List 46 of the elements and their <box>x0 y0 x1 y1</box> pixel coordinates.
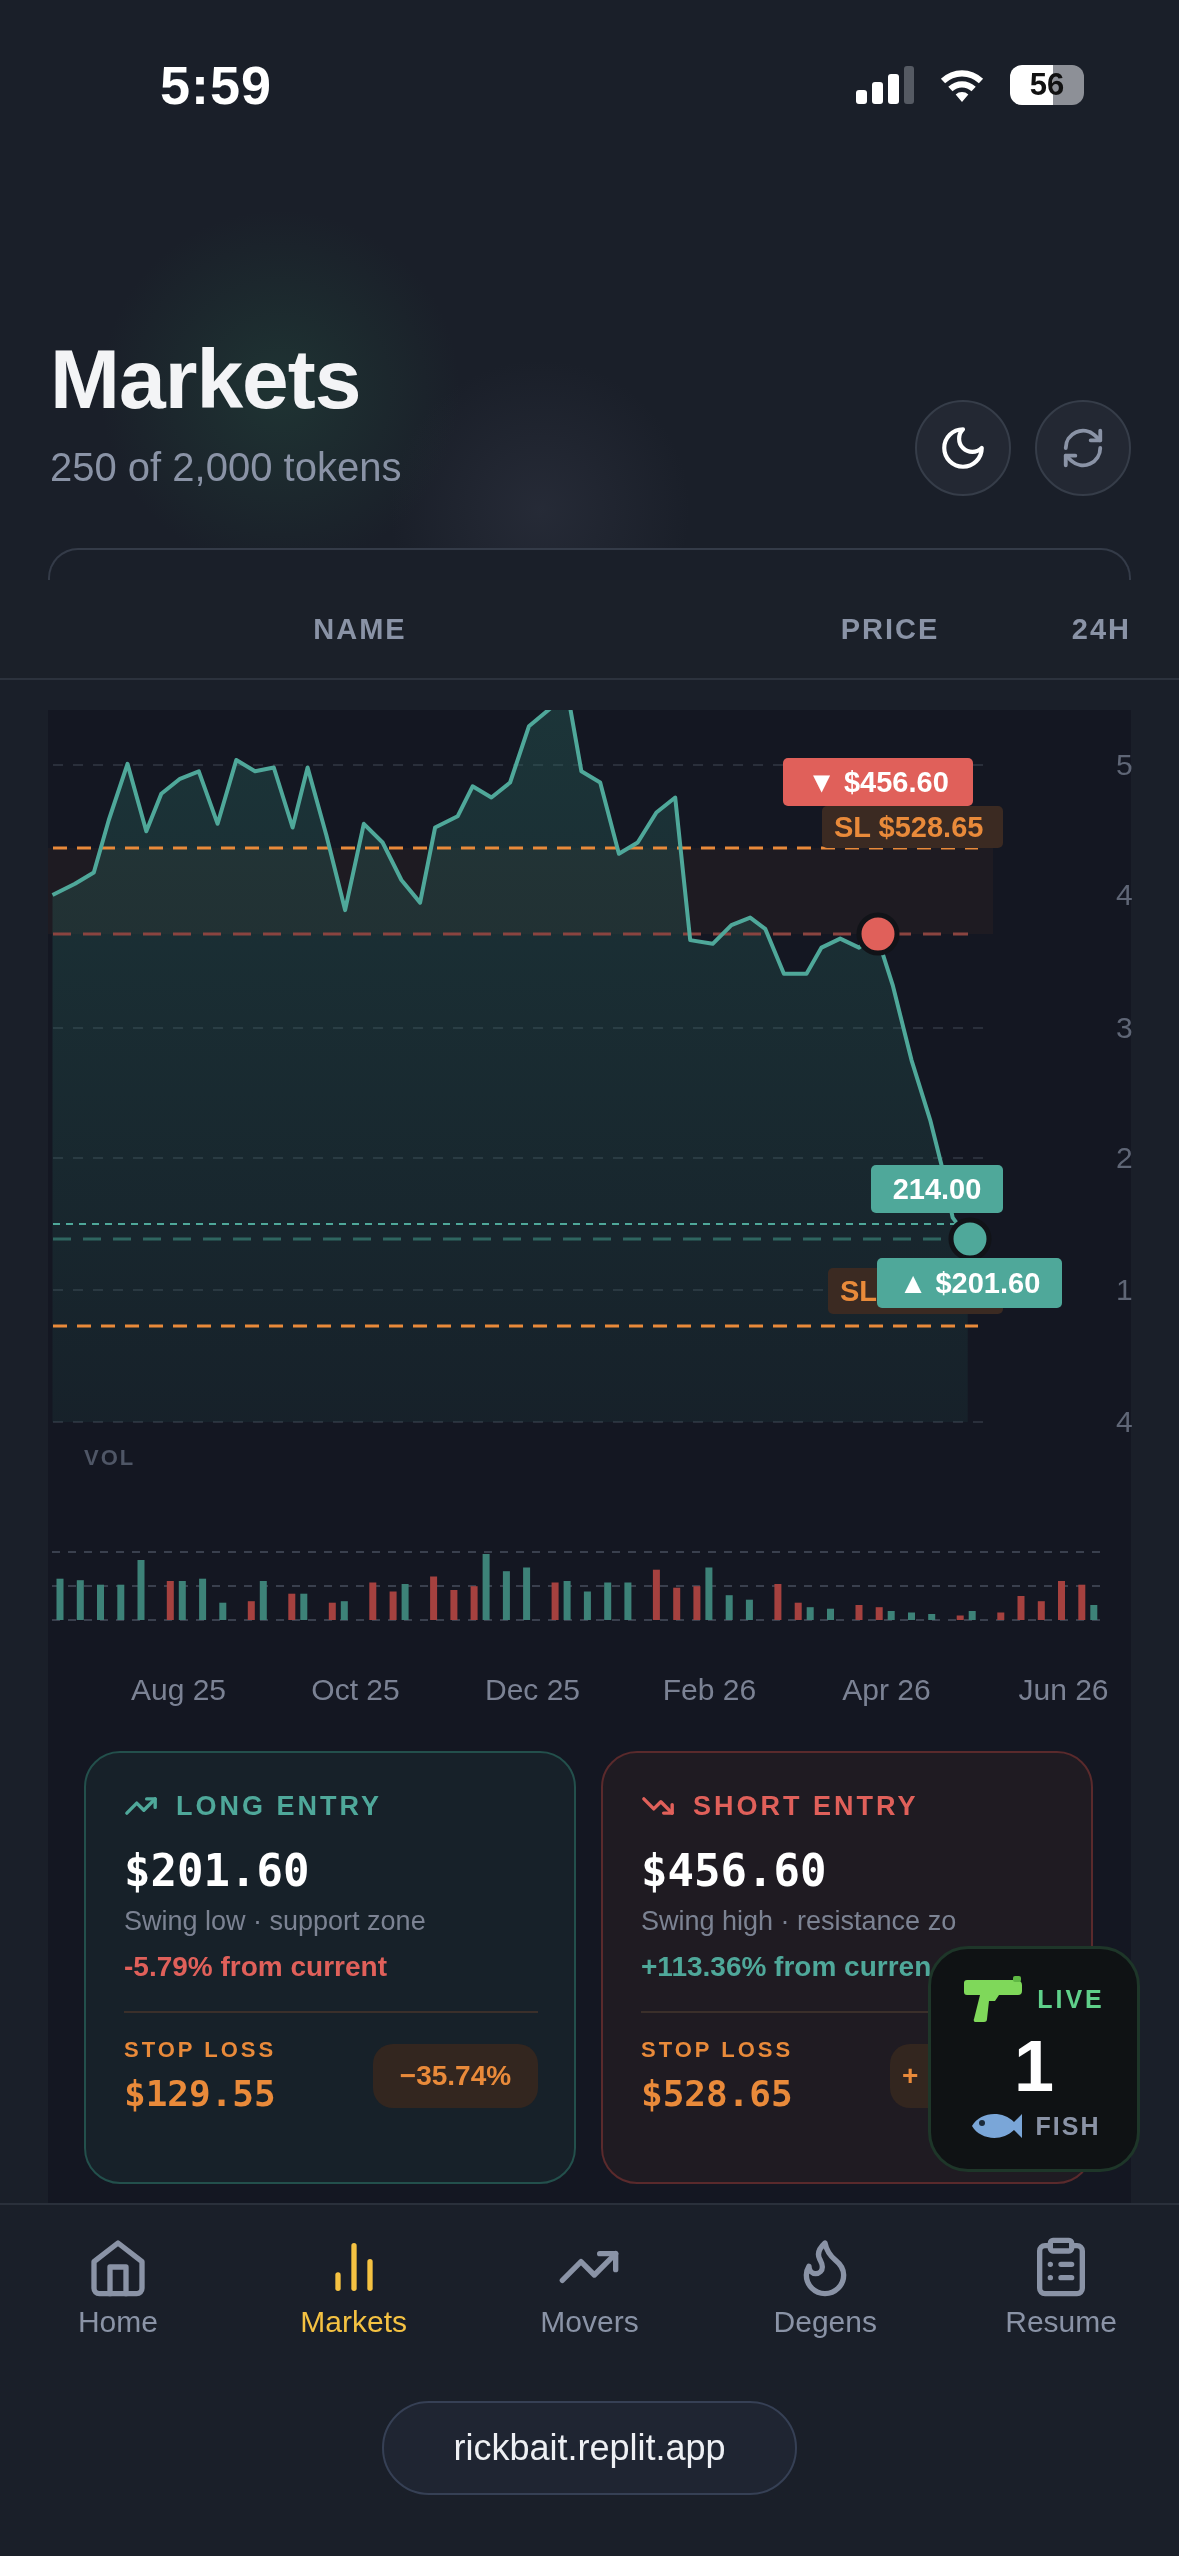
signal-icon <box>856 66 914 104</box>
axis-label: Apr 26 <box>841 1673 932 1708</box>
axis-label: 4 <box>1116 878 1133 912</box>
status-time: 5:59 <box>160 54 273 116</box>
nav-tab[interactable]: Movers <box>471 2235 708 2339</box>
nav-tab[interactable]: Degens <box>707 2235 944 2339</box>
column-header[interactable]: 24H <box>1060 612 1131 646</box>
long-price-tag: ▲ $201.60 <box>877 1258 1062 1308</box>
axis-label: 5 <box>1116 748 1133 782</box>
stop-loss-price: $129.55 <box>124 2073 277 2114</box>
short-entry-marker <box>856 912 900 956</box>
card-title: LONG ENTRY <box>176 1790 382 1822</box>
change-text: -5.79% from current <box>124 1951 388 1983</box>
column-header[interactable]: PRICE <box>720 612 1060 646</box>
volume-label: VOL <box>84 1445 136 1471</box>
axis-label: 4 <box>1116 1405 1133 1439</box>
card-title: SHORT ENTRY <box>693 1790 919 1822</box>
stop-loss-tag: SL $528.65 <box>822 806 1003 848</box>
stop-loss-change: −35.74% <box>373 2043 538 2108</box>
axis-label: 1 <box>1116 1273 1133 1307</box>
axis-label: Aug 25 <box>129 1673 228 1708</box>
axis-label: Dec 25 <box>483 1673 582 1708</box>
current-price-tag: 214.00 <box>871 1165 1003 1213</box>
fish-label: FISH <box>1035 2111 1101 2141</box>
nav-tab[interactable]: Markets <box>235 2235 472 2339</box>
token-count: 250 of 2,000 tokens <box>50 445 402 490</box>
short-price-tag: ▼ $456.60 <box>783 758 973 806</box>
url-bar[interactable]: rickbait.replit.app <box>382 2401 797 2495</box>
live-label: LIVE <box>1037 1984 1105 2014</box>
column-header[interactable]: NAME <box>0 612 720 646</box>
axis-label: Oct 25 <box>310 1673 401 1708</box>
axis-label: 2 <box>1116 1141 1133 1175</box>
entry-note: Swing low · support zone <box>124 1906 427 1937</box>
entry-price: $201.60 <box>124 1845 311 1896</box>
nav-tab[interactable]: Home <box>0 2235 236 2339</box>
stop-loss-label: STOP LOSS <box>124 2037 277 2063</box>
page-title: Markets <box>50 337 362 421</box>
stop-loss-price: $528.65 <box>641 2073 794 2114</box>
axis-label: Jun 26 <box>1017 1673 1110 1708</box>
entry-price: $456.60 <box>641 1845 828 1896</box>
battery-indicator: 56 <box>1010 65 1084 105</box>
axis-label: 3 <box>1116 1011 1133 1045</box>
axis-label: Feb 26 <box>661 1673 758 1708</box>
entry-note: Swing high · resistance zo <box>641 1906 958 1937</box>
nav-tab[interactable]: Resume <box>943 2235 1179 2339</box>
stop-loss-label: STOP LOSS <box>641 2037 794 2063</box>
